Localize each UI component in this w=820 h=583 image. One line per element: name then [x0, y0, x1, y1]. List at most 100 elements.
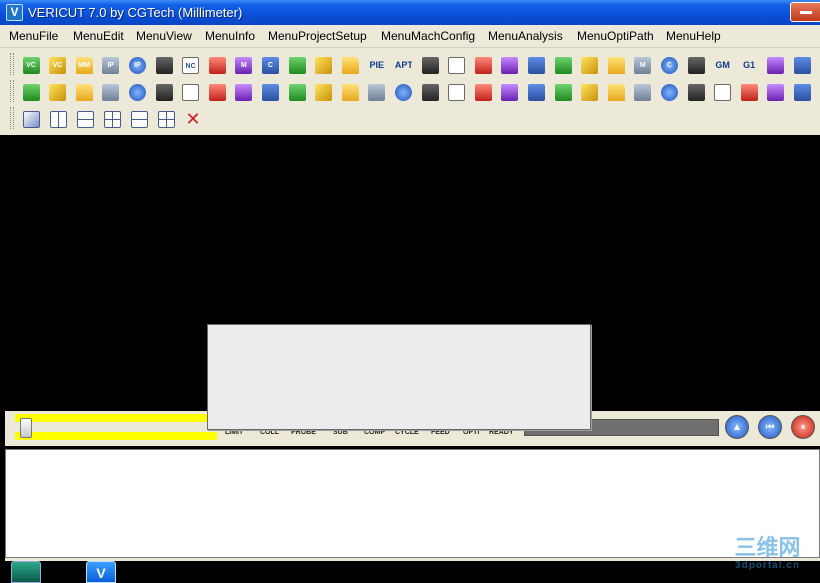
pipe-button[interactable]: PIE [366, 54, 388, 76]
eye-button[interactable] [286, 81, 308, 103]
compare-button[interactable] [552, 81, 574, 103]
menu-edit[interactable]: MenuEdit [73, 29, 124, 43]
open-ip-button[interactable]: IP [100, 54, 122, 76]
mirror-button[interactable] [339, 81, 361, 103]
menu-view[interactable]: MenuView [136, 29, 192, 43]
fixture-icon [448, 56, 466, 74]
x-axis-button[interactable] [712, 81, 734, 103]
hatch-button[interactable] [579, 81, 601, 103]
toolbar-grip[interactable] [10, 107, 14, 129]
title-bar[interactable]: V VERICUT 7.0 by CGTech (Millimeter) [0, 0, 820, 25]
setup-button[interactable] [339, 54, 361, 76]
camera-button[interactable] [605, 81, 627, 103]
qr-button[interactable] [791, 54, 813, 76]
lightning-button[interactable] [525, 81, 547, 103]
menu-info[interactable]: MenuInfo [205, 29, 255, 43]
gm-codes-button[interactable]: GM [712, 54, 734, 76]
three-views-button[interactable] [101, 108, 123, 130]
machine-button[interactable]: M [632, 54, 654, 76]
open-control-button[interactable]: C [259, 54, 281, 76]
paint-button[interactable] [153, 81, 175, 103]
z-axis-button[interactable] [765, 81, 787, 103]
g1-button[interactable]: G1 [738, 54, 760, 76]
cube-button[interactable] [100, 81, 122, 103]
reset-button[interactable]: ⏮ [758, 415, 782, 439]
zoom-out-button[interactable] [233, 81, 255, 103]
menu-project-setup[interactable]: MenuProjectSetup [268, 29, 367, 43]
material-button[interactable] [73, 81, 95, 103]
gear-button[interactable] [791, 81, 813, 103]
tool-manager-button[interactable] [286, 54, 308, 76]
toolbar-grip[interactable] [10, 80, 14, 102]
probe-button[interactable] [366, 81, 388, 103]
open-machine-button[interactable]: M [233, 54, 255, 76]
cut-button[interactable] [47, 81, 69, 103]
check-button[interactable] [525, 54, 547, 76]
eject-icon: ▲ [732, 421, 742, 433]
paint-icon [155, 83, 173, 101]
globe-button[interactable] [499, 54, 521, 76]
color-cube-button[interactable] [499, 81, 521, 103]
menu-help[interactable]: MenuHelp [666, 29, 721, 43]
three-views-alt-button[interactable] [128, 108, 150, 130]
variables-button[interactable] [765, 54, 787, 76]
menu-file[interactable]: MenuFile [9, 29, 58, 43]
rewind-up-button[interactable]: ▲ [725, 415, 749, 439]
menu-analysis[interactable]: MenuAnalysis [488, 29, 563, 43]
two-vertical-views-button[interactable] [47, 108, 69, 130]
vericut-app-icon[interactable]: V [6, 4, 23, 21]
eraser-icon [22, 83, 40, 101]
taskbar-app-icon[interactable] [11, 561, 41, 583]
menu-mach-config[interactable]: MenuMachConfig [381, 29, 475, 43]
four-views-button[interactable] [155, 108, 177, 130]
status-feed: FEED [431, 429, 450, 436]
nc-program-button[interactable]: NC [180, 54, 202, 76]
watermark-cn: 三维网 [734, 535, 801, 560]
calculator-button[interactable] [552, 54, 574, 76]
enter-button[interactable] [313, 54, 335, 76]
save-ip-icon: IP [128, 56, 146, 74]
import-button[interactable] [153, 54, 175, 76]
nc-viewer-button[interactable] [206, 54, 228, 76]
tool-path-button[interactable] [579, 54, 601, 76]
open-mm-button[interactable]: MM [73, 54, 95, 76]
report-button[interactable] [419, 54, 441, 76]
image-button[interactable] [658, 81, 680, 103]
save-project-button[interactable]: VC [47, 54, 69, 76]
film-button[interactable] [632, 81, 654, 103]
y-axis-button[interactable] [738, 81, 760, 103]
zoom-fit-button[interactable] [180, 81, 202, 103]
rotate-button[interactable] [313, 81, 335, 103]
save-button[interactable] [472, 54, 494, 76]
print-button[interactable] [685, 81, 707, 103]
taskbar-vericut-icon[interactable]: V [86, 561, 116, 583]
zoom-in-button[interactable] [206, 81, 228, 103]
info-button[interactable] [392, 81, 414, 103]
graph-button[interactable] [419, 81, 441, 103]
animation-slider-thumb[interactable] [20, 418, 32, 438]
control-button[interactable]: C [658, 54, 680, 76]
taskbar: V [0, 561, 820, 583]
single-view-button[interactable] [20, 108, 42, 130]
close-view-button[interactable]: ✕ [182, 108, 204, 130]
window-minimize-button[interactable] [790, 2, 820, 22]
menu-optipath[interactable]: MenuOptiPath [577, 29, 654, 43]
blank-dialog[interactable] [207, 324, 591, 430]
stop-button[interactable]: ⏸ [791, 415, 815, 439]
watermark-logo: 三维网 3dportal.cn [720, 536, 815, 576]
eraser-button[interactable] [20, 81, 42, 103]
fit-all-icon [261, 83, 279, 101]
delete-cut-button[interactable] [472, 81, 494, 103]
toolbar-grip[interactable] [10, 53, 14, 75]
message-log-panel[interactable] [5, 449, 820, 558]
open-project-button[interactable]: VC [20, 54, 42, 76]
fixture-button[interactable] [446, 54, 468, 76]
fit-all-button[interactable] [259, 81, 281, 103]
section-button[interactable] [446, 81, 468, 103]
two-horizontal-views-button[interactable] [74, 108, 96, 130]
component-button[interactable] [685, 54, 707, 76]
box-button[interactable] [126, 81, 148, 103]
apt-button[interactable]: APT [392, 54, 414, 76]
save-ip-button[interactable]: IP [126, 54, 148, 76]
target-button[interactable] [605, 54, 627, 76]
